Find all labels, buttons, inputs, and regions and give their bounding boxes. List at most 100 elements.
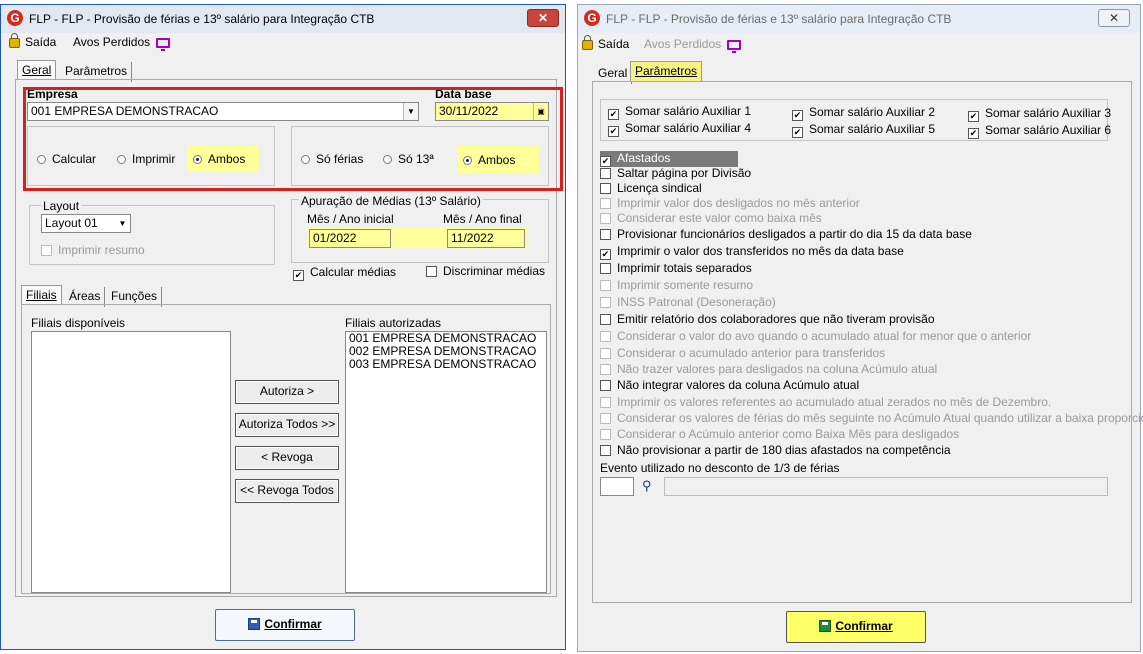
mes-final-input[interactable]: 11/2022 (447, 229, 525, 248)
confirmar-button[interactable]: Confirmar (215, 609, 355, 641)
option-checkbox[interactable]: Imprimir somente resumo (600, 278, 753, 294)
imprimir-resumo-label: Imprimir resumo (58, 243, 145, 257)
option-label: Não provisionar a partir de 180 dias afa… (617, 443, 951, 457)
confirmar-label: Confirmar (835, 619, 893, 633)
aux4-checkbox[interactable]: Somar salário Auxiliar 4 (608, 121, 751, 137)
aux6-label: Somar salário Auxiliar 6 (985, 123, 1112, 137)
option-label: Não trazer valores para desligados na co… (617, 362, 938, 376)
menu-avos-label: Avos Perdidos (73, 35, 151, 49)
checkbox-icon (600, 168, 611, 179)
checkbox-icon (600, 183, 611, 194)
tab-parametros-label: Parâmetros (65, 64, 128, 78)
app-logo-icon: G (584, 10, 600, 26)
option-label: Considerar o acumulado anterior para tra… (617, 346, 886, 360)
autoriza-todos-button[interactable]: Autoriza Todos >> (235, 413, 339, 437)
layout-select[interactable]: Layout 01 ▼ (41, 214, 131, 233)
tab-areas-label: Áreas (69, 289, 101, 303)
calcular-medias-label: Calcular médias (310, 265, 397, 279)
menu-avos-perdidos[interactable]: Avos Perdidos (73, 35, 171, 51)
window-title: FLP - FLP - Provisão de férias e 13º sal… (29, 12, 375, 26)
option-checkbox[interactable]: Considerar o acumulado anterior para tra… (600, 346, 885, 362)
mes-inicial-input[interactable]: 01/2022 (309, 229, 391, 248)
checkbox-icon (600, 380, 611, 391)
option-checkbox[interactable]: Imprimir o valor dos transferidos no mês… (600, 244, 904, 260)
option-checkbox[interactable]: Imprimir totais separados (600, 261, 752, 277)
checkbox-icon (968, 111, 979, 122)
option-checkbox[interactable]: Considerar o valor do avo quando o acumu… (600, 329, 1031, 345)
option-label: Considerar o valor do avo quando o acumu… (617, 329, 1032, 343)
aux5-checkbox[interactable]: Somar salário Auxiliar 5 (792, 122, 935, 138)
checkbox-icon (41, 245, 52, 256)
menu-saida[interactable]: Saída (582, 35, 629, 51)
calcular-medias-checkbox[interactable]: Calcular médias (293, 265, 396, 281)
option-checkbox[interactable]: Licença sindical (600, 181, 702, 197)
imprimir-resumo-checkbox[interactable]: Imprimir resumo (41, 243, 145, 259)
menu-saida[interactable]: Saída (9, 33, 57, 49)
option-checkbox[interactable]: Afastados (600, 151, 738, 167)
tab-geral-label: Geral (598, 66, 628, 80)
layout-label: Layout (41, 199, 82, 213)
option-checkbox[interactable]: Não provisionar a partir de 180 dias afa… (600, 443, 951, 459)
option-checkbox[interactable]: Imprimir valor dos desligados no mês ant… (600, 196, 860, 212)
option-checkbox[interactable]: INSS Patronal (Desoneração) (600, 295, 776, 311)
aux6-checkbox[interactable]: Somar salário Auxiliar 6 (968, 123, 1111, 139)
close-button[interactable]: ✕ (1098, 9, 1130, 27)
checkbox-icon (608, 109, 619, 120)
menu-bar: Saída Avos Perdidos (578, 33, 1140, 53)
evento-code-input[interactable] (600, 477, 634, 496)
monitor-icon (727, 40, 742, 53)
list-item[interactable]: 003 EMPRESA DEMONSTRACAO (346, 358, 546, 371)
option-checkbox[interactable]: Saltar página por Divisão (600, 166, 751, 182)
checkbox-icon (600, 229, 611, 240)
tab-geral[interactable]: Geral (17, 60, 57, 80)
checkbox-icon (792, 127, 803, 138)
menu-avos-perdidos[interactable]: Avos Perdidos (644, 37, 742, 53)
option-checkbox[interactable]: Imprimir os valores referentes ao acumul… (600, 395, 1051, 411)
mes-final-value: 11/2022 (451, 231, 494, 245)
menu-saida-label: Saída (25, 35, 57, 49)
option-checkbox[interactable]: Considerar o Acúmulo anterior como Baixa… (600, 427, 959, 443)
revoga-button[interactable]: < Revoga (235, 446, 339, 470)
option-checkbox[interactable]: Provisionar funcionários desligados a pa… (600, 227, 972, 243)
left-window: G FLP - FLP - Provisão de férias e 13º s… (0, 4, 566, 650)
aux2-label: Somar salário Auxiliar 2 (809, 105, 936, 119)
option-checkbox[interactable]: Não trazer valores para desligados na co… (600, 362, 937, 378)
option-label: INSS Patronal (Desoneração) (617, 295, 776, 309)
checkbox-icon (792, 110, 803, 121)
option-label: Afastados (617, 151, 671, 165)
option-checkbox[interactable]: Considerar este valor como baixa mês (600, 211, 822, 227)
tab-parametros[interactable]: Parâmetros (630, 61, 703, 81)
disponiveis-label: Filiais disponíveis (31, 316, 126, 330)
discriminar-medias-checkbox[interactable]: Discriminar médias (426, 264, 545, 280)
checkbox-icon (600, 348, 611, 359)
option-checkbox[interactable]: Emitir relatório dos colaboradores que n… (600, 312, 935, 328)
option-checkbox[interactable]: Não integrar valores da coluna Acúmulo a… (600, 378, 859, 394)
tab-filiais-label: Filiais (26, 288, 57, 302)
revoga-todos-button[interactable]: << Revoga Todos (235, 479, 339, 503)
chevron-down-icon[interactable]: ▼ (115, 215, 130, 232)
checkbox-icon (600, 429, 611, 440)
disponiveis-list[interactable] (31, 331, 231, 593)
menu-avos-label: Avos Perdidos (644, 37, 722, 51)
binoculars-icon[interactable]: ⚲ (642, 478, 652, 494)
tab-filiais[interactable]: Filiais (21, 285, 62, 305)
option-label: Considerar este valor como baixa mês (617, 211, 822, 225)
right-window: G FLP - FLP - Provisão de férias e 13º s… (577, 4, 1143, 652)
menu-bar: Saída Avos Perdidos (1, 33, 565, 53)
checkbox-icon (600, 364, 611, 375)
aux1-checkbox[interactable]: Somar salário Auxiliar 1 (608, 104, 751, 120)
checkbox-icon (600, 445, 611, 456)
aux2-checkbox[interactable]: Somar salário Auxiliar 2 (792, 105, 935, 121)
mes-inicial-value: 01/2022 (313, 231, 357, 245)
confirmar-label: Confirmar (264, 617, 322, 631)
aux4-label: Somar salário Auxiliar 4 (625, 121, 752, 135)
confirmar-button[interactable]: Confirmar (786, 611, 926, 643)
option-label: Imprimir valor dos desligados no mês ant… (617, 196, 860, 210)
autoriza-button[interactable]: Autoriza > (235, 380, 339, 404)
aux3-checkbox[interactable]: Somar salário Auxiliar 3 (968, 106, 1111, 122)
option-label: Emitir relatório dos colaboradores que n… (617, 312, 935, 326)
autorizadas-list[interactable]: 001 EMPRESA DEMONSTRACAO 002 EMPRESA DEM… (345, 331, 547, 593)
checkbox-icon (600, 263, 611, 274)
close-button[interactable]: ✕ (527, 9, 559, 27)
option-checkbox[interactable]: Considerar os valores de férias do mês s… (600, 411, 1143, 427)
